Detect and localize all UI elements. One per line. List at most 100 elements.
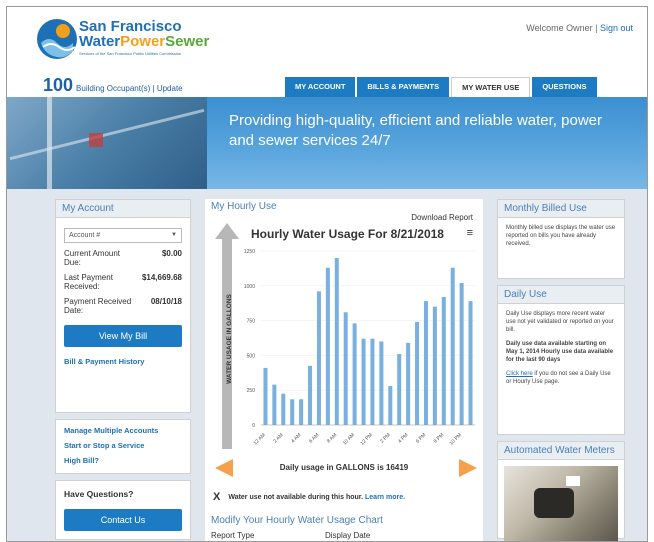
x-tick-label: 8 AM xyxy=(326,432,338,444)
bar-2-pm xyxy=(388,386,393,425)
y-axis-label: WATER USAGE IN GALLONS xyxy=(226,293,233,383)
bar-8-pm xyxy=(441,296,446,425)
bar-3-am xyxy=(290,399,295,425)
x-tick-label: 8 PM xyxy=(433,432,445,444)
bar-5-am xyxy=(308,365,313,425)
bar-9-pm xyxy=(450,267,455,425)
brand-line1: San Francisco xyxy=(79,18,182,35)
x-tick-label: 4 AM xyxy=(290,432,302,444)
y-tick-label: 250 xyxy=(247,388,256,394)
x-tick-label: 12 PM xyxy=(359,432,373,446)
x-tick-label: 12 AM xyxy=(253,432,267,446)
x-tick-label: 6 AM xyxy=(308,432,320,444)
daily-use-text: Daily Use displays more recent water use… xyxy=(506,311,614,385)
monthly-use-header[interactable]: Monthly Billed Use xyxy=(498,200,624,218)
bar-5-pm xyxy=(415,321,420,425)
modify-chart-header: Modify Your Hourly Water Usage Chart xyxy=(211,515,383,526)
y-tick-label: 1000 xyxy=(244,284,255,290)
x-tick-label: 4 PM xyxy=(397,432,409,444)
hourly-use-panel: My Hourly Use Download Report Hourly Wat… xyxy=(205,199,483,541)
y-tick-label: 500 xyxy=(247,353,256,359)
questions-box: Have Questions? Contact Us xyxy=(55,480,191,540)
monthly-use-text: Monthly billed use displays the water us… xyxy=(506,225,616,247)
y-tick-label: 0 xyxy=(252,423,255,429)
banner-photo xyxy=(7,97,207,189)
occupant-count: 100 xyxy=(43,75,74,95)
report-type-label: Report Type xyxy=(211,531,255,540)
hero-banner: Providing high-quality, efficient and re… xyxy=(7,97,647,189)
bar-11-pm xyxy=(468,301,473,425)
bar-6-am xyxy=(316,291,321,425)
next-day-arrow-icon[interactable] xyxy=(457,457,479,481)
start-stop-link[interactable]: Start or Stop a Service xyxy=(64,441,182,450)
monthly-use-box: Monthly Billed Use Monthly billed use di… xyxy=(497,199,625,279)
occupants[interactable]: 100 Building Occupant(s) | Update xyxy=(43,75,183,96)
x-mark-icon: X xyxy=(213,491,221,503)
daily-use-box: Daily Use Daily Use displays more recent… xyxy=(497,285,625,435)
questions-header: Have Questions? xyxy=(64,489,134,499)
subheader: 100 Building Occupant(s) | Update MY ACCO… xyxy=(7,71,647,97)
welcome-bar: Welcome Owner | Sign out xyxy=(526,23,633,33)
daily-usage-text: Daily usage in GALLONS is 16419 xyxy=(279,463,409,472)
payment-date-row: Payment Received Date: 08/10/18 xyxy=(64,297,182,315)
daily-use-header[interactable]: Daily Use xyxy=(498,286,624,304)
current-amount-row: Current Amount Due: $0.00 xyxy=(64,249,182,267)
bill-history-link[interactable]: Bill & Payment History xyxy=(64,357,182,366)
tab-my-account[interactable]: MY ACCOUNT xyxy=(285,77,356,97)
contact-us-button[interactable]: Contact Us xyxy=(64,509,182,531)
meter-photo xyxy=(504,466,618,541)
bar-1-pm xyxy=(379,341,384,425)
meters-box: Automated Water Meters xyxy=(497,441,625,541)
bar-4-pm xyxy=(406,342,411,425)
signout-link[interactable]: Sign out xyxy=(600,23,633,33)
last-payment-row: Last Payment Received: $14,669.68 xyxy=(64,273,182,291)
x-tick-label: 2 AM xyxy=(272,432,284,444)
occupant-label[interactable]: Building Occupant(s) | Update xyxy=(76,84,183,93)
bar-12-pm xyxy=(370,338,375,425)
brand-tagline: Services of the San Francisco Public Uti… xyxy=(79,51,182,56)
left-column: My Account Account # ▼ Current Amount Due… xyxy=(55,199,191,541)
display-date-label: Display Date xyxy=(325,531,371,540)
tab-questions[interactable]: QUESTIONS xyxy=(532,77,597,97)
high-bill-link[interactable]: High Bill? xyxy=(64,456,182,465)
bar-10-pm xyxy=(459,283,464,425)
tab-my-water-use[interactable]: MY WATER USE xyxy=(451,77,531,97)
bar-3-pm xyxy=(397,354,402,425)
my-account-box: My Account Account # ▼ Current Amount Due… xyxy=(55,199,191,413)
account-select[interactable]: Account # ▼ xyxy=(64,228,182,243)
bar-2-am xyxy=(281,393,286,425)
x-tick-label: 10 PM xyxy=(449,432,463,446)
page: San Francisco WaterPowerSewer Services o… xyxy=(6,6,648,542)
bar-11-am xyxy=(361,338,366,425)
links-box: Manage Multiple Accounts Start or Stop a… xyxy=(55,419,191,474)
view-bill-button[interactable]: View My Bill xyxy=(64,325,182,347)
y-tick-label: 1250 xyxy=(244,249,255,255)
bar-4-am xyxy=(299,399,304,425)
manage-accounts-link[interactable]: Manage Multiple Accounts xyxy=(64,426,182,435)
learn-more-link[interactable]: Learn more. xyxy=(365,494,405,501)
bar-1-am xyxy=(272,384,277,425)
my-account-header: My Account xyxy=(56,200,190,218)
bar-7-pm xyxy=(432,306,437,425)
bar-6-pm xyxy=(423,301,428,425)
x-tick-label: 6 PM xyxy=(415,432,427,444)
brand-text: San Francisco WaterPowerSewer Services o… xyxy=(79,19,209,56)
hourly-usage-chart: WATER USAGE IN GALLONS 0 250 500 750 1000 1250… xyxy=(215,223,475,449)
meters-header[interactable]: Automated Water Meters xyxy=(498,442,624,460)
header: San Francisco WaterPowerSewer Services o… xyxy=(7,7,647,71)
welcome-text: Welcome Owner xyxy=(526,23,593,33)
x-tick-label: 10 AM xyxy=(342,432,356,446)
chevron-down-icon: ▼ xyxy=(171,232,177,238)
bar-10-am xyxy=(352,323,357,425)
bar-12-am xyxy=(263,367,268,425)
banner-text: Providing high-quality, efficient and re… xyxy=(229,112,602,149)
y-tick-label: 750 xyxy=(247,319,256,325)
main-tabs: MY ACCOUNT BILLS & PAYMENTS MY WATER USE… xyxy=(285,77,599,97)
brand-line2: WaterPowerSewer xyxy=(79,33,210,50)
right-column: Monthly Billed Use Monthly billed use di… xyxy=(497,199,625,541)
bar-7-am xyxy=(325,267,330,425)
tab-bills-payments[interactable]: BILLS & PAYMENTS xyxy=(357,77,450,97)
click-here-link[interactable]: Click here xyxy=(506,371,533,377)
bar-9-am xyxy=(343,312,348,425)
sfpuc-logo-icon xyxy=(37,19,77,59)
